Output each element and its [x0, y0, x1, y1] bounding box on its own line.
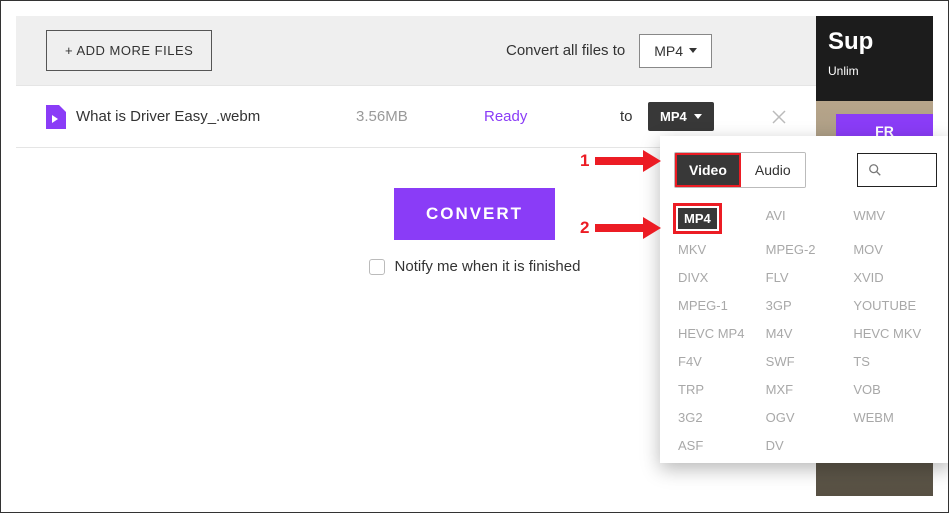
search-icon: [868, 163, 882, 177]
format-option[interactable]: HEVC MKV: [853, 326, 937, 341]
promo-subtitle: Unlim: [828, 64, 933, 78]
file-name: What is Driver Easy_.webm: [76, 108, 260, 125]
format-option[interactable]: XVID: [853, 270, 937, 285]
format-option[interactable]: MPEG-2: [766, 242, 850, 257]
format-option-selected[interactable]: MP4: [678, 208, 717, 229]
promo-title: Sup: [828, 28, 933, 56]
format-option[interactable]: TRP: [678, 382, 762, 397]
format-option[interactable]: YOUTUBE: [853, 298, 937, 313]
format-option[interactable]: VOB: [853, 382, 937, 397]
tab-video[interactable]: Video: [675, 153, 741, 187]
tab-audio[interactable]: Audio: [741, 153, 805, 187]
format-option[interactable]: OGV: [766, 410, 850, 425]
format-option[interactable]: MKV: [678, 242, 762, 257]
format-option[interactable]: MOV: [853, 242, 937, 257]
format-option[interactable]: MPEG-1: [678, 298, 762, 313]
format-option[interactable]: TS: [853, 354, 937, 369]
format-option[interactable]: WMV: [853, 208, 937, 229]
file-format-select[interactable]: MP4: [648, 102, 714, 131]
format-option[interactable]: 3GP: [766, 298, 850, 313]
format-grid: MP4 AVIWMV MKV MPEG-2MOV DIVX FLVXVID MPEG-1 3G…: [660, 206, 949, 453]
format-option[interactable]: [853, 438, 937, 453]
format-option[interactable]: SWF: [766, 354, 850, 369]
format-option[interactable]: AVI: [766, 208, 850, 229]
chevron-down-icon: [694, 114, 702, 119]
top-bar: + ADD MORE FILES Convert all files to MP…: [16, 16, 933, 86]
chevron-down-icon: [689, 48, 697, 53]
convert-all-area: Convert all files to MP4: [506, 34, 712, 68]
remove-file-button[interactable]: [771, 109, 787, 125]
format-option[interactable]: M4V: [766, 326, 850, 341]
notify-checkbox[interactable]: [369, 259, 385, 275]
format-option[interactable]: HEVC MP4: [678, 326, 762, 341]
format-option[interactable]: WEBM: [853, 410, 937, 425]
convert-all-format-select[interactable]: MP4: [639, 34, 712, 68]
convert-button[interactable]: CONVERT: [394, 188, 555, 240]
dropdown-header: Video Audio: [660, 136, 949, 206]
file-size: 3.56MB: [356, 108, 408, 125]
to-label: to: [620, 108, 633, 125]
format-option[interactable]: F4V: [678, 354, 762, 369]
convert-all-label: Convert all files to: [506, 42, 625, 59]
notify-label: Notify me when it is finished: [395, 258, 581, 275]
media-type-tabs: Video Audio: [674, 152, 806, 188]
format-option[interactable]: MXF: [766, 382, 850, 397]
format-option[interactable]: DV: [766, 438, 850, 453]
format-option[interactable]: FLV: [766, 270, 850, 285]
format-option[interactable]: DIVX: [678, 270, 762, 285]
format-dropdown: Video Audio MP4 AVIWMV MKV MPEG-2MOV DIVX FLV…: [660, 136, 949, 463]
add-more-files-button[interactable]: + ADD MORE FILES: [46, 30, 212, 71]
convert-all-format-value: MP4: [654, 43, 683, 59]
format-search-input[interactable]: [857, 153, 937, 187]
video-file-icon: [46, 105, 66, 129]
file-format-value: MP4: [660, 109, 687, 124]
format-option[interactable]: ASF: [678, 438, 762, 453]
file-status: Ready: [484, 108, 527, 125]
format-option[interactable]: 3G2: [678, 410, 762, 425]
